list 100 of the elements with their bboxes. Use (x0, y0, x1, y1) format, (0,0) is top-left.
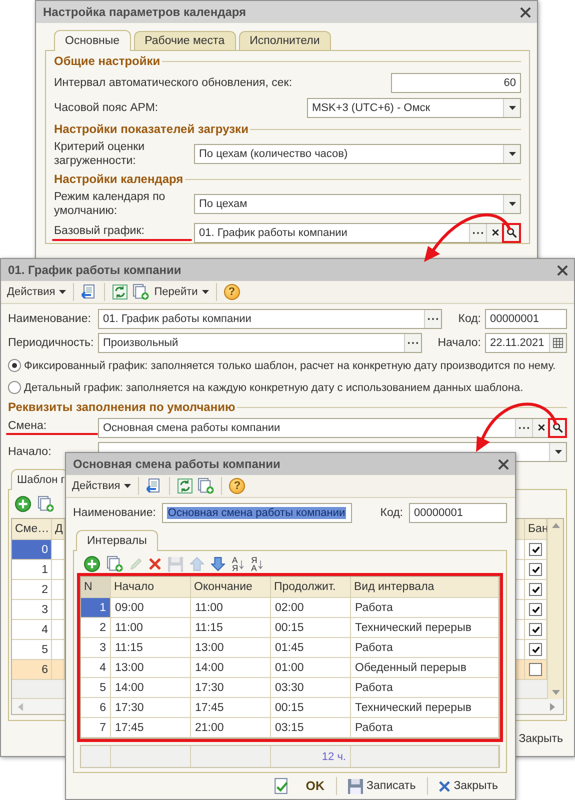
clear-button[interactable] (486, 224, 503, 242)
table-cell: 5 (81, 678, 111, 698)
scroll-right-icon[interactable] (550, 702, 555, 710)
total-value: 12 ч. (271, 746, 351, 767)
input-field[interactable]: Основная смена работы компании (162, 502, 352, 522)
ok-button[interactable]: OK (270, 777, 328, 795)
checkbox[interactable] (529, 643, 542, 656)
search-button[interactable] (503, 224, 520, 242)
input-field[interactable]: 00000001 (485, 308, 567, 328)
table-cell: 14:00 (191, 658, 271, 678)
checkbox[interactable] (529, 543, 542, 556)
menu-button[interactable]: Действия (7, 286, 66, 298)
checkbox[interactable] (529, 603, 542, 616)
date-field[interactable]: 22.11.2021 (485, 332, 567, 352)
lookup-field[interactable]: 01. График работы компании (194, 222, 521, 242)
more-button[interactable] (469, 224, 486, 242)
tab[interactable]: Исполнители (238, 31, 331, 50)
clear-button[interactable] (532, 418, 549, 436)
lookup-field[interactable]: Основная смена работы компании (98, 418, 567, 438)
table-cell: 11:15 (111, 638, 191, 658)
checkbox[interactable] (529, 583, 542, 596)
radio-button[interactable] (8, 381, 21, 394)
caret-icon (508, 152, 516, 156)
sort-arrow-icon (239, 558, 244, 570)
select-field[interactable]: По цехам (количество часов) (194, 144, 521, 164)
column-header[interactable]: N (81, 577, 111, 598)
column-header[interactable]: Начало (111, 577, 191, 598)
more-button[interactable] (404, 334, 421, 352)
table-cell: Технический перерыв (351, 618, 499, 638)
document-plus-icon[interactable] (133, 284, 150, 300)
document-plus-icon[interactable] (107, 556, 123, 572)
select-field[interactable]: По цехам (194, 194, 521, 214)
column-header[interactable]: Продолжит. (271, 577, 351, 598)
column-header[interactable]: Д (52, 519, 65, 540)
table-cell: 03:15 (271, 718, 351, 738)
input-field[interactable]: 01. График работы компании (98, 308, 442, 328)
caret-icon (202, 290, 209, 294)
table-cell: Обеденный перерыв (351, 658, 499, 678)
sort-button[interactable]: А Я (232, 556, 244, 572)
menu-button[interactable]: Действия (72, 480, 132, 492)
field-label: Начало: (438, 336, 481, 348)
close-icon[interactable] (498, 458, 509, 470)
table-cell: 00:15 (271, 618, 351, 638)
radio-button[interactable] (8, 359, 21, 372)
input-field[interactable]: 60 (391, 72, 521, 92)
add-icon[interactable] (84, 556, 100, 572)
document-plus-icon[interactable] (198, 478, 214, 494)
delete-icon[interactable] (149, 558, 161, 570)
table-cell: 7 (81, 718, 111, 738)
calendar-button[interactable] (549, 334, 566, 352)
table-cell: 3 (81, 638, 111, 658)
checkbox[interactable] (529, 563, 542, 576)
field-label: Базовый график: (54, 224, 144, 238)
help-button[interactable]: ? (224, 284, 240, 300)
dropdown-button[interactable] (503, 98, 520, 116)
search-button[interactable] (549, 418, 566, 436)
tab[interactable]: Шаблон г (11, 469, 68, 490)
dropdown-button[interactable] (503, 195, 520, 213)
column-header[interactable]: Вид интервала (351, 577, 499, 598)
table-cell: 1 (12, 560, 52, 580)
table-cell: 21:00 (191, 718, 271, 738)
help-button[interactable]: ? (229, 478, 246, 494)
select-field[interactable]: MSK+3 (UTC+6) - Омск (307, 98, 521, 118)
tab[interactable]: Интервалы (76, 530, 158, 551)
dropdown-button[interactable] (503, 145, 520, 163)
table-cell: Работа (351, 678, 499, 698)
table-cell: 2 (12, 580, 52, 600)
refresh-icon[interactable] (112, 284, 128, 300)
close-button[interactable]: Закрыть (436, 779, 501, 793)
dropdown-button[interactable] (549, 442, 566, 460)
input-field[interactable]: Произвольный (98, 332, 422, 352)
add-icon[interactable] (15, 496, 31, 512)
save-button[interactable]: Записать (344, 778, 419, 794)
more-button[interactable] (424, 310, 442, 328)
search-icon (507, 228, 517, 238)
check-icon (532, 626, 540, 633)
close-icon[interactable] (557, 264, 568, 276)
caret-icon (508, 202, 516, 206)
sort-button[interactable]: Я А (251, 556, 264, 572)
radio-label: Детальный график: заполняется на каждую конкретную дату с использованием данных шаблона. (24, 382, 524, 394)
field-label: Режим календаря по умолчанию: (54, 190, 166, 218)
tab[interactable]: Основные (54, 30, 131, 51)
close-button[interactable]: Закрыть (516, 732, 566, 746)
close-icon[interactable] (520, 6, 531, 18)
input-field[interactable]: 00000001 (409, 502, 507, 522)
tab[interactable]: Рабочие места (134, 31, 236, 50)
column-header[interactable]: Сме… (12, 519, 52, 540)
document-plus-icon[interactable] (38, 496, 54, 512)
menu-button[interactable]: Перейти (154, 286, 209, 298)
floppy-icon[interactable] (348, 778, 363, 794)
table-cell: 4 (81, 658, 111, 678)
checkbox[interactable] (529, 623, 542, 636)
field-label: Наименование: (73, 506, 156, 518)
window-title: Настройка параметров календаря (43, 5, 246, 19)
column-header[interactable]: Окончание (191, 577, 271, 598)
more-button[interactable] (515, 418, 532, 436)
search-icon (553, 422, 563, 432)
arrow-down-icon[interactable] (211, 557, 225, 571)
refresh-icon[interactable] (177, 478, 194, 494)
checkbox[interactable] (529, 663, 542, 676)
